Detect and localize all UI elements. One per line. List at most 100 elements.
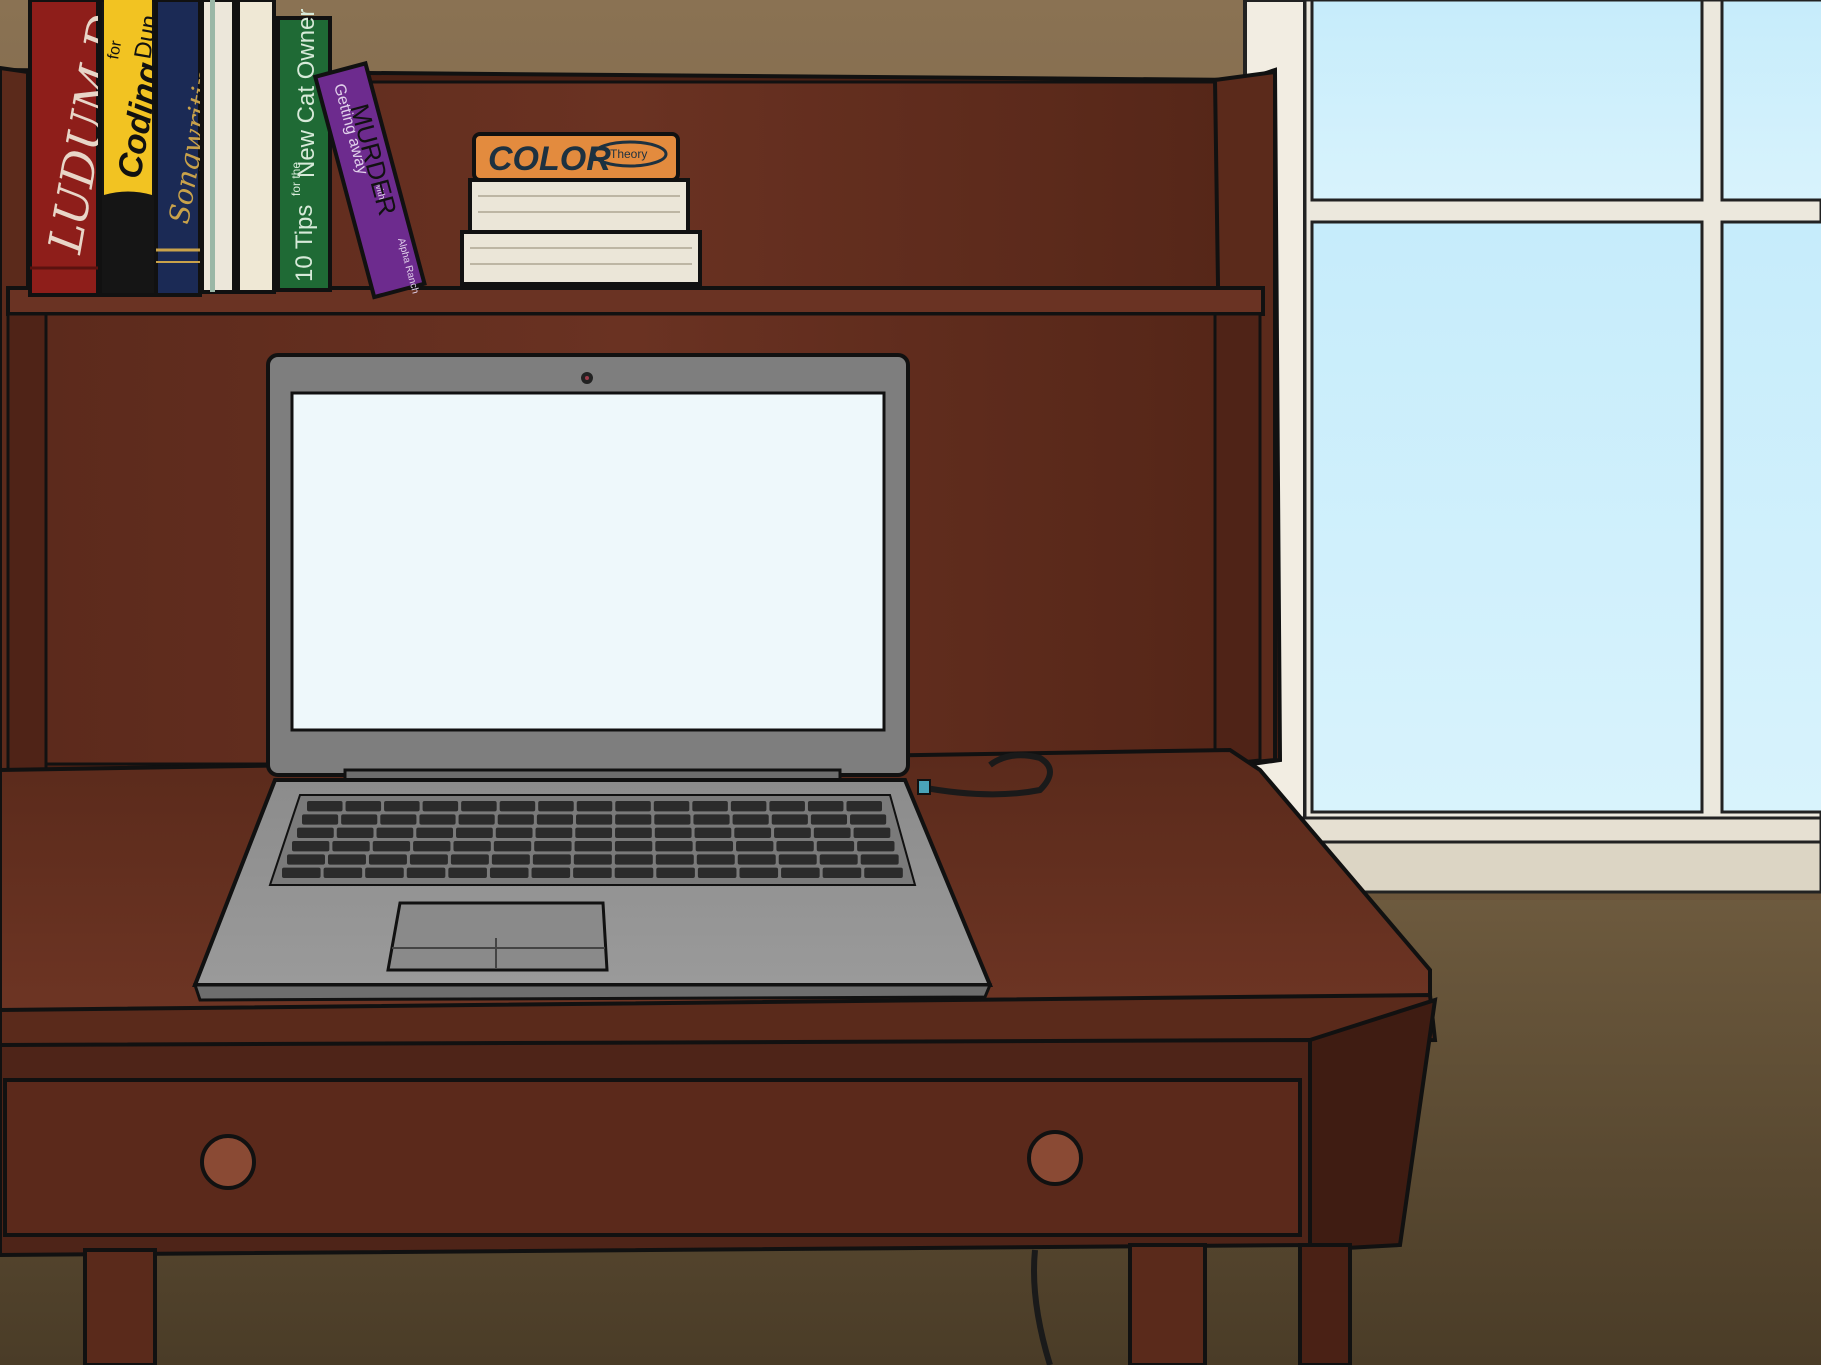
keyboard-key[interactable] [654,814,691,825]
keyboard-key[interactable] [819,854,858,865]
keyboard-key[interactable] [287,854,325,865]
keyboard-key[interactable] [813,827,851,838]
keyboard-key[interactable] [734,827,772,838]
keyboard-key[interactable] [732,814,769,825]
keyboard-key[interactable] [655,854,694,865]
drawer[interactable] [3,1078,1302,1237]
keyboard-key[interactable] [739,867,779,878]
keyboard-key[interactable] [413,841,451,852]
keyboard-key[interactable] [302,814,339,825]
keyboard-key[interactable] [292,841,330,852]
keyboard-key[interactable] [776,841,814,852]
drawer-knob-left[interactable] [200,1134,256,1190]
keyboard-key[interactable] [573,854,612,865]
keyboard-key[interactable] [368,854,407,865]
keyboard-key[interactable] [448,867,487,878]
desk-scene: LUDUM DAR Coding for Dun Songwriting 10 … [0,0,1821,1365]
keyboard-key[interactable] [380,814,417,825]
keyboard-key[interactable] [614,841,653,852]
keyboard-key[interactable] [336,827,374,838]
keyboard-key[interactable] [327,854,366,865]
keyboard-key[interactable] [365,867,404,878]
keyboard-key[interactable] [416,827,454,838]
keyboard-key[interactable] [499,801,536,812]
keyboard-key[interactable] [538,801,574,812]
keyboard-key[interactable] [614,867,654,878]
keyboard-key[interactable] [419,814,456,825]
keyboard-key[interactable] [332,841,370,852]
keyboard-key[interactable] [692,801,728,812]
keyboard-key[interactable] [853,827,891,838]
laptop-screen[interactable] [290,391,886,732]
keyboard-key[interactable] [576,801,613,812]
keyboard-key[interactable] [372,841,411,852]
keyboard-key[interactable] [573,867,612,878]
keyboard-key[interactable] [422,801,459,812]
keyboard-key[interactable] [297,827,334,838]
desk-leg-right [1128,1243,1207,1365]
keyboard-key[interactable] [461,801,497,812]
keyboard-key[interactable] [807,801,844,812]
keyboard-key[interactable] [345,801,382,812]
keyboard-key[interactable] [771,814,808,825]
keyboard-key[interactable] [656,867,695,878]
keyboard-key[interactable] [810,814,848,825]
keyboard-key[interactable] [730,801,767,812]
keyboard-key[interactable] [697,867,737,878]
keyboard-key[interactable] [456,827,493,838]
keyboard-key[interactable] [846,801,882,812]
keyboard-key[interactable] [531,867,571,878]
keyboard-key[interactable] [341,814,378,825]
keyboard-key[interactable] [409,854,448,865]
keyboard-key[interactable] [778,854,817,865]
keyboard-key[interactable] [695,841,734,852]
keyboard-key[interactable] [781,867,820,878]
keyboard-key[interactable] [696,854,735,865]
keyboard-key[interactable] [655,841,693,852]
keyboard-key[interactable] [615,801,651,812]
keyboard-key[interactable] [532,854,571,865]
keyboard-key[interactable] [453,841,491,852]
keyboard-key[interactable] [307,801,343,812]
keyboard-key[interactable] [497,814,534,825]
book-cat-tips: 10 Tips for the New Cat Owner [276,9,332,292]
keyboard-key[interactable] [458,814,495,825]
keyboard-key[interactable] [282,867,321,878]
touchpad[interactable] [386,901,609,972]
keyboard-key[interactable] [737,854,776,865]
keyboard-key[interactable] [376,827,414,838]
keyboard-key[interactable] [816,841,855,852]
keyboard-key[interactable] [536,814,574,825]
keyboard-key[interactable] [489,867,529,878]
keyboard-key[interactable] [323,867,363,878]
keyboard-key[interactable] [574,841,612,852]
keyboard-key[interactable] [615,814,652,825]
keyboard-key[interactable] [450,854,489,865]
keyboard-key[interactable] [654,827,692,838]
keyboard-key[interactable] [822,867,862,878]
keyboard-key[interactable] [774,827,811,838]
keyboard-key[interactable] [495,827,533,838]
keyboard-key[interactable] [535,827,573,838]
keyboard-key[interactable] [736,841,774,852]
keyboard-key[interactable] [857,841,895,852]
keyboard-key[interactable] [575,827,613,838]
keyboard-key[interactable] [615,827,652,838]
keyboard-key[interactable] [693,814,730,825]
keyboard-key[interactable] [860,854,899,865]
keyboard-key[interactable] [769,801,805,812]
keyboard-key[interactable] [534,841,572,852]
keyboard-key[interactable] [493,841,532,852]
keyboard-key[interactable] [491,854,530,865]
drawer-knob-right[interactable] [1027,1130,1083,1186]
keyboard-key[interactable] [384,801,420,812]
keyboard-key[interactable] [850,814,887,825]
keyboard-key[interactable] [694,827,732,838]
keyboard-key[interactable] [406,867,446,878]
keyboard-key[interactable] [864,867,903,878]
laptop[interactable] [192,353,993,1002]
keyboard-key[interactable] [653,801,690,812]
window [1243,0,1821,912]
keyboard-key[interactable] [614,854,653,865]
keyboard-key[interactable] [576,814,613,825]
